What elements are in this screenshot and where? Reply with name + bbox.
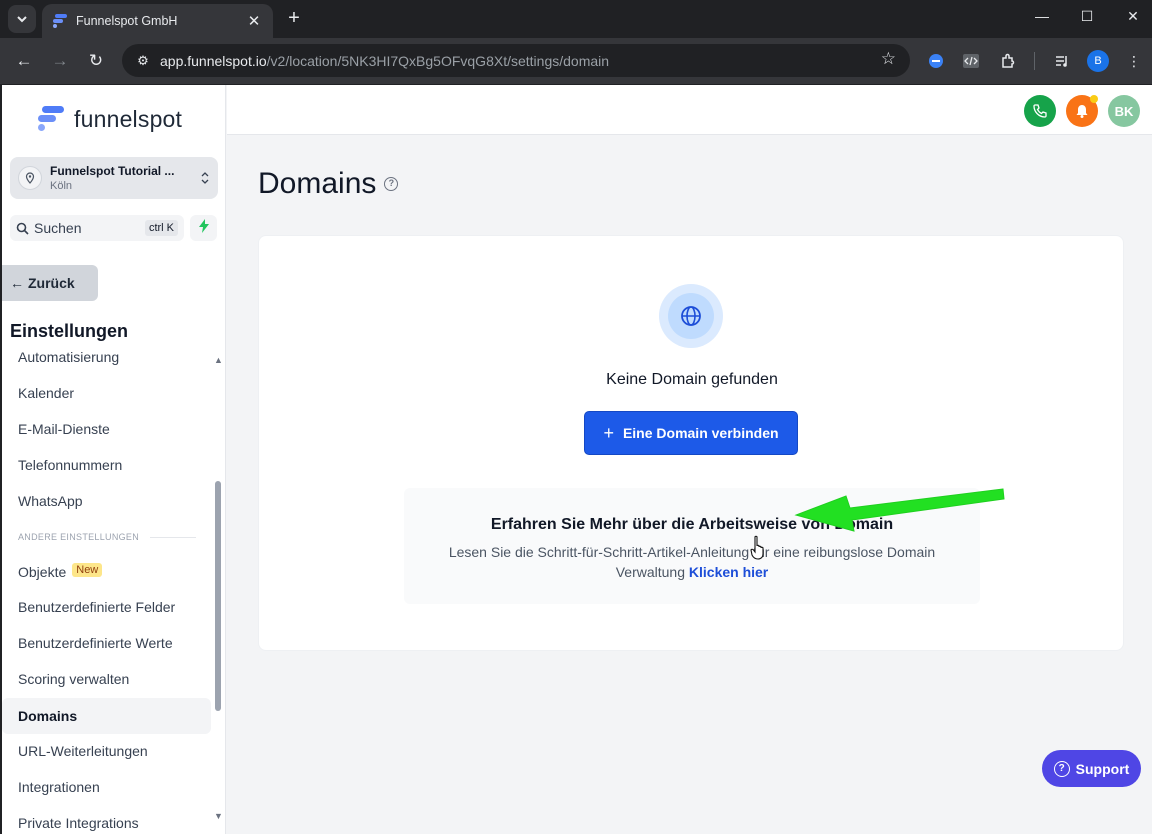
site-settings-icon[interactable]: ⚙ bbox=[132, 50, 154, 72]
support-button[interactable]: ? Support bbox=[1042, 750, 1141, 787]
search-icon bbox=[16, 222, 29, 235]
sidebar-item-url-weiterleitungen[interactable]: URL-Weiterleitungen bbox=[18, 743, 148, 759]
bell-icon bbox=[1076, 105, 1088, 118]
section-divider bbox=[150, 537, 196, 538]
bookmark-star-icon[interactable]: ☆ bbox=[881, 49, 896, 69]
scroll-down-icon[interactable]: ▼ bbox=[214, 811, 223, 821]
tab-search-button[interactable] bbox=[8, 5, 36, 33]
hand-cursor-icon bbox=[750, 535, 764, 560]
domains-empty-card: Keine Domain gefunden + Eine Domain verb… bbox=[258, 235, 1124, 651]
toolbar-divider bbox=[1034, 52, 1035, 70]
sidebar-item-objekte[interactable]: Objekte New bbox=[18, 563, 103, 580]
sidebar-item-automatisierung[interactable]: Automatisierung bbox=[18, 349, 119, 365]
scroll-up-icon[interactable]: ▲ bbox=[214, 355, 223, 365]
sidebar-item-whatsapp[interactable]: WhatsApp bbox=[18, 493, 83, 509]
help-icon[interactable]: ? bbox=[384, 177, 399, 191]
page-title: Domains ? bbox=[258, 167, 399, 201]
sidebar-scrollbar[interactable]: ▲ ▼ bbox=[214, 355, 223, 825]
sidebar-item-email-dienste[interactable]: E-Mail-Dienste bbox=[18, 421, 110, 437]
minimize-icon[interactable]: — bbox=[1030, 8, 1054, 24]
plus-icon: + bbox=[603, 422, 614, 443]
sidebar-item-telefonnummern[interactable]: Telefonnummern bbox=[18, 457, 122, 473]
window-close-icon[interactable]: ✕ bbox=[1121, 8, 1145, 25]
app-viewport: funnelspot Funnelspot Tutorial ... Köln … bbox=[2, 85, 1152, 834]
chevron-up-down-icon bbox=[200, 171, 210, 186]
back-button[interactable]: ← Zurück bbox=[2, 265, 98, 301]
globe-icon bbox=[681, 306, 701, 326]
sidebar-item-domains[interactable]: Domains bbox=[2, 698, 211, 734]
arrow-left-icon: ← bbox=[10, 275, 24, 291]
url-text: app.funnelspot.io/v2/location/5NK3HI7QxB… bbox=[160, 52, 610, 69]
quick-actions-bolt-icon[interactable] bbox=[190, 215, 217, 241]
location-switcher[interactable]: Funnelspot Tutorial ... Köln bbox=[10, 157, 218, 199]
info-link[interactable]: Klicken hier bbox=[689, 564, 768, 580]
location-name: Funnelspot Tutorial ... bbox=[50, 164, 175, 178]
sidebar-item-private-integrations[interactable]: Private Integrations bbox=[18, 815, 139, 831]
section-label-other-settings: ANDERE EINSTELLUNGEN bbox=[18, 532, 140, 542]
extensions-puzzle-icon[interactable] bbox=[997, 50, 1019, 72]
sidebar: funnelspot Funnelspot Tutorial ... Köln … bbox=[2, 85, 226, 834]
sidebar-item-benutzerdefinierte-felder[interactable]: Benutzerdefinierte Felder bbox=[18, 599, 175, 615]
profile-avatar[interactable]: B bbox=[1087, 50, 1109, 72]
chevron-down-icon bbox=[17, 16, 27, 23]
connect-domain-button[interactable]: + Eine Domain verbinden bbox=[584, 411, 798, 455]
logo-text: funnelspot bbox=[74, 105, 183, 132]
browser-tab[interactable]: Funnelspot GmbH ✕ bbox=[42, 4, 273, 38]
funnelspot-logo[interactable]: funnelspot bbox=[36, 105, 182, 133]
question-icon: ? bbox=[1053, 760, 1070, 777]
search-input[interactable]: Suchen ctrl K bbox=[10, 215, 184, 241]
search-shortcut: ctrl K bbox=[144, 220, 178, 236]
sidebar-item-integrationen[interactable]: Integrationen bbox=[18, 779, 100, 795]
browser-toolbar: ← → ↻ ⚙ app.funnelspot.io/v2/location/5N… bbox=[0, 38, 1152, 84]
sidebar-item-benutzerdefinierte-werte[interactable]: Benutzerdefinierte Werte bbox=[18, 635, 173, 651]
extension-translate-icon[interactable] bbox=[925, 50, 947, 72]
extension-code-icon[interactable] bbox=[960, 50, 982, 72]
browser-tab-bar: Funnelspot GmbH ✕ + — ☐ ✕ bbox=[0, 0, 1152, 38]
reload-icon[interactable]: ↻ bbox=[84, 50, 108, 72]
close-tab-icon[interactable]: ✕ bbox=[245, 12, 263, 30]
location-pin-icon bbox=[18, 166, 42, 190]
media-control-icon[interactable] bbox=[1051, 50, 1073, 72]
funnelspot-logo-icon bbox=[38, 106, 64, 131]
info-description: Lesen Sie die Schritt-für-Schritt-Artike… bbox=[448, 544, 936, 580]
more-menu-icon[interactable]: ⋮ bbox=[1123, 50, 1145, 72]
forward-arrow-icon[interactable]: → bbox=[48, 50, 72, 72]
search-label: Suchen bbox=[34, 220, 82, 236]
sidebar-item-scoring-verwalten[interactable]: Scoring verwalten bbox=[18, 671, 129, 687]
annotation-arrow-icon bbox=[794, 488, 1005, 532]
notification-dot bbox=[1090, 95, 1098, 103]
funnelspot-favicon-icon bbox=[53, 14, 67, 28]
tab-title: Funnelspot GmbH bbox=[76, 14, 178, 28]
empty-state-text: Keine Domain gefunden bbox=[606, 371, 778, 388]
maximize-icon[interactable]: ☐ bbox=[1075, 8, 1099, 25]
settings-menu: Automatisierung Kalender E-Mail-Dienste … bbox=[2, 339, 212, 834]
notifications-button[interactable] bbox=[1066, 95, 1098, 127]
address-bar[interactable]: ⚙ app.funnelspot.io/v2/location/5NK3HI7Q… bbox=[122, 44, 910, 77]
scrollbar-thumb[interactable] bbox=[215, 481, 221, 711]
location-city: Köln bbox=[50, 180, 73, 192]
back-arrow-icon[interactable]: ← bbox=[12, 50, 36, 72]
new-tab-button[interactable]: + bbox=[283, 7, 305, 29]
user-avatar[interactable]: BK bbox=[1108, 95, 1140, 127]
phone-icon bbox=[1033, 104, 1047, 118]
new-badge: New bbox=[72, 563, 103, 577]
globe-badge bbox=[659, 284, 723, 348]
sidebar-item-kalender[interactable]: Kalender bbox=[18, 385, 74, 401]
phone-button[interactable] bbox=[1024, 95, 1056, 127]
top-header: BK bbox=[227, 85, 1152, 135]
